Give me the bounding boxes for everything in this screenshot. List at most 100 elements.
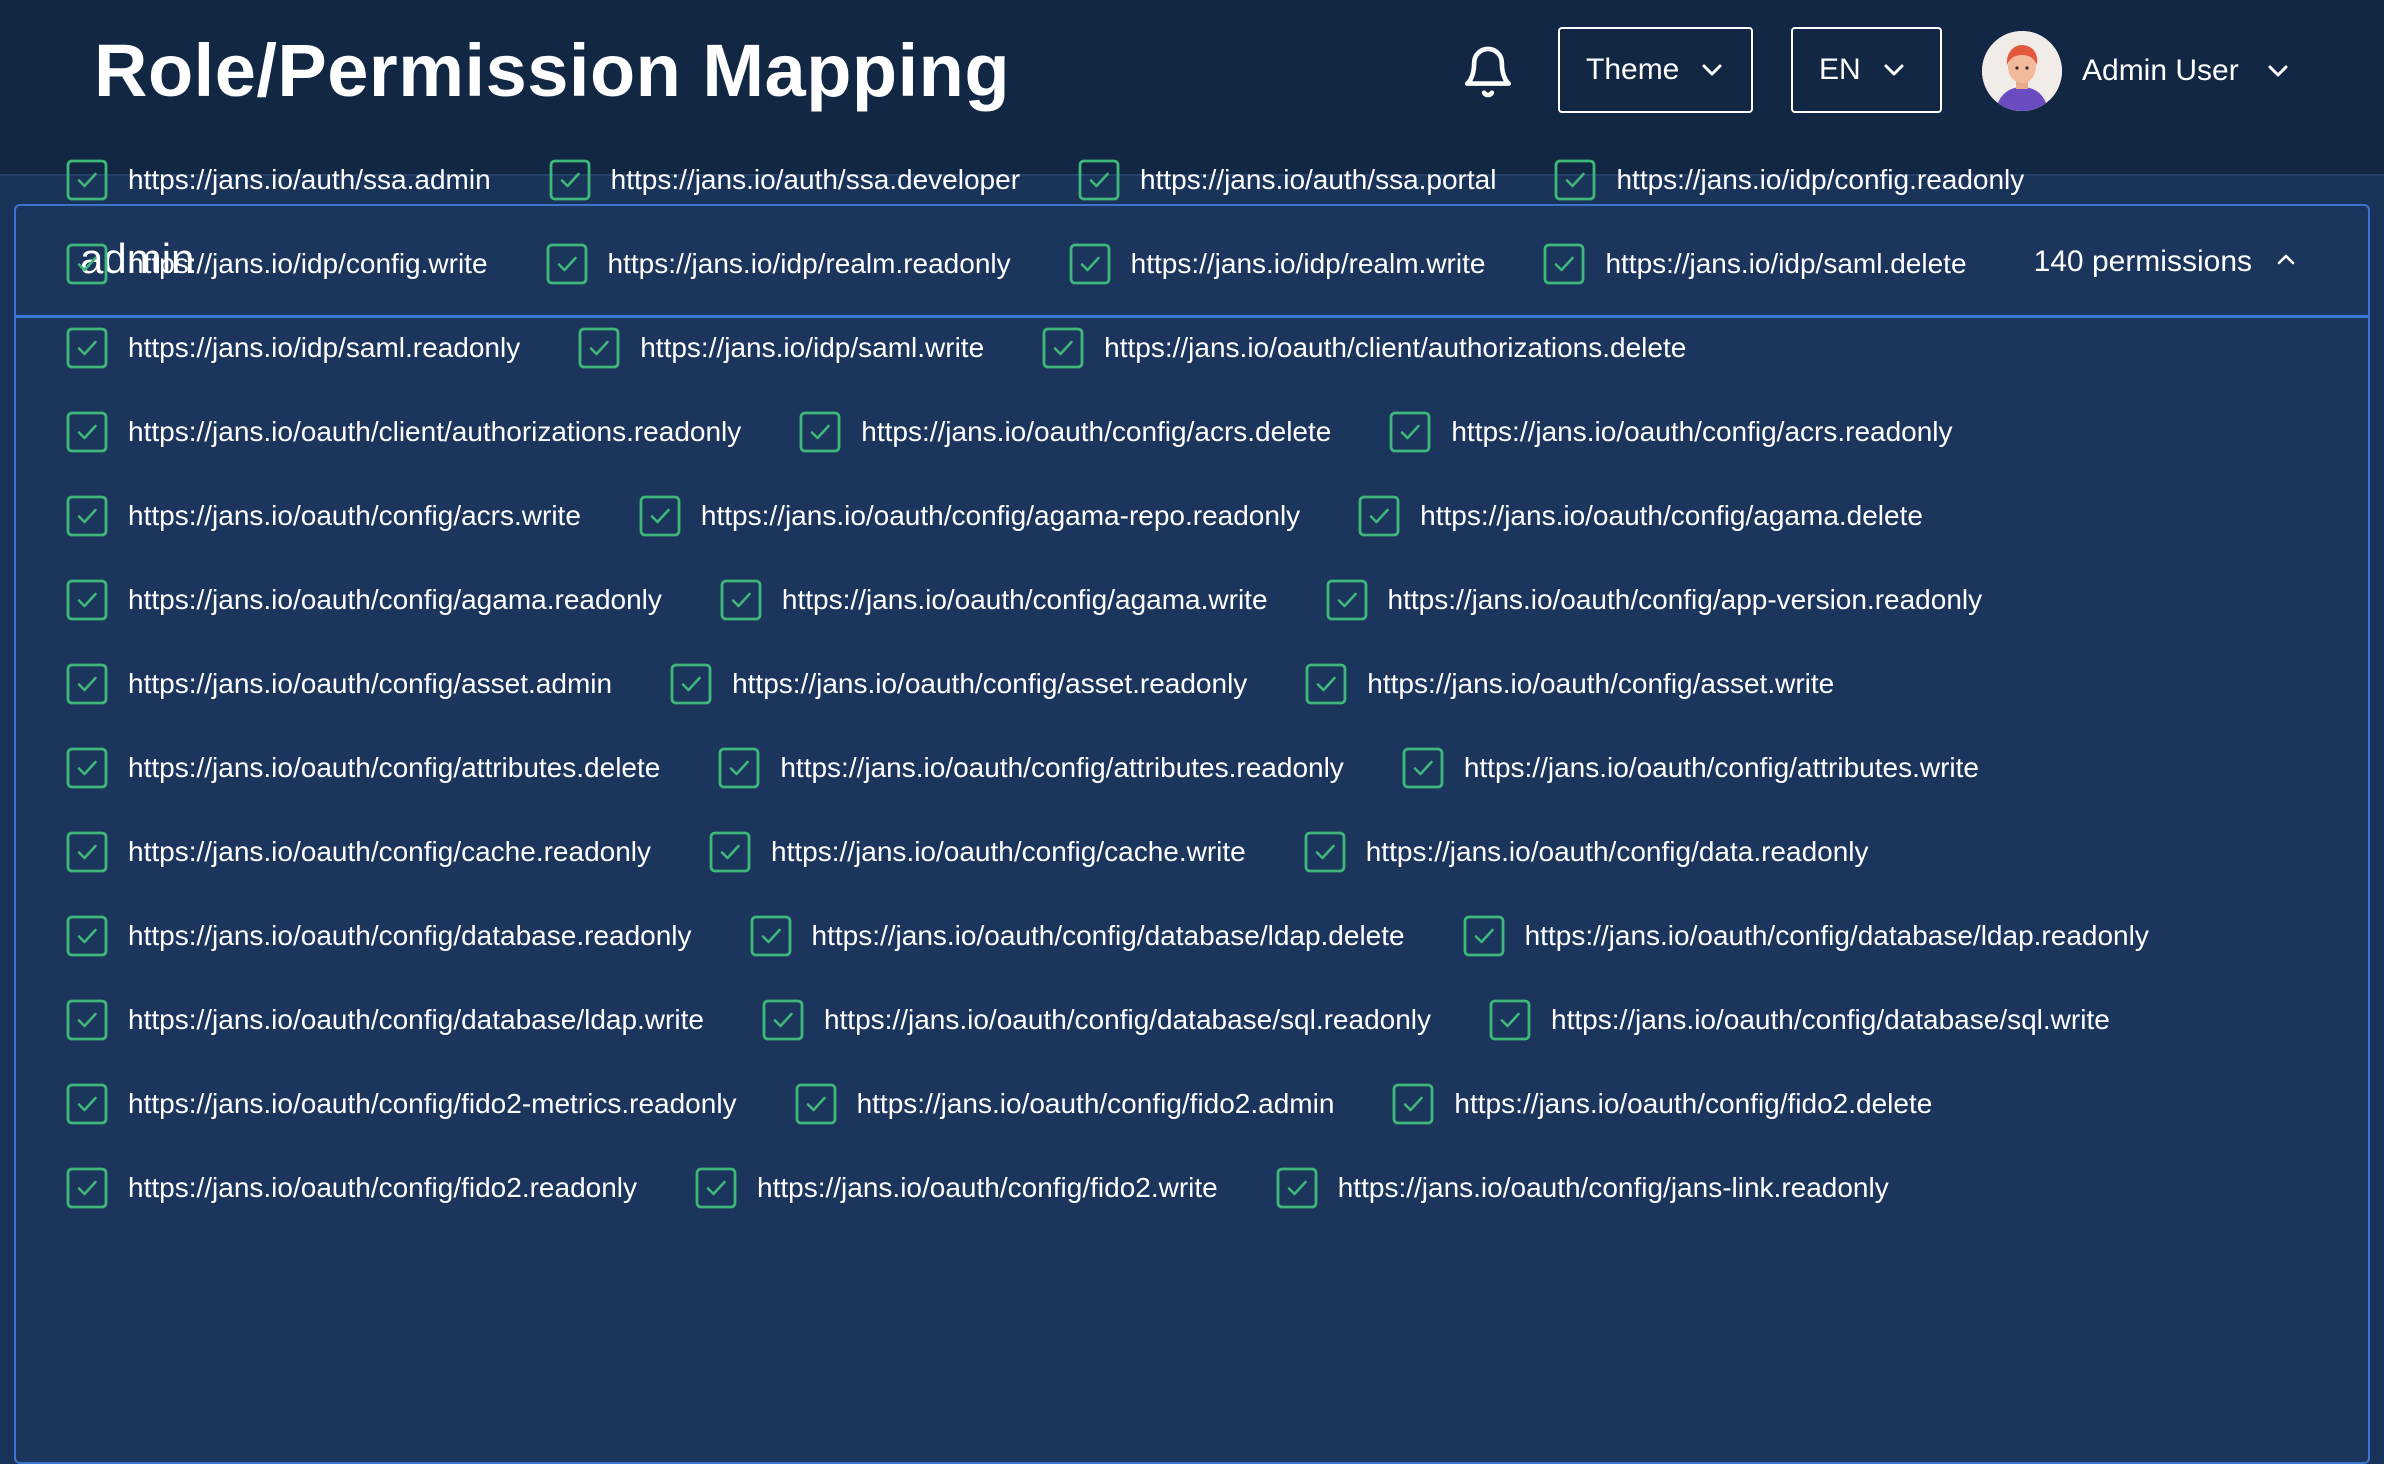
permission-label: https://jans.io/oauth/config/agama.delet…	[1420, 500, 1923, 531]
permission-item[interactable]: https://jans.io/idp/saml.readonly	[66, 326, 520, 370]
permission-item[interactable]: https://jans.io/oauth/config/attributes.…	[718, 746, 1344, 790]
checkbox-checked-icon[interactable]	[66, 999, 108, 1041]
permission-item[interactable]: https://jans.io/oauth/config/database/ld…	[1463, 914, 2149, 958]
checkbox-checked-icon[interactable]	[66, 915, 108, 957]
permission-item[interactable]: https://jans.io/auth/ssa.portal	[1078, 158, 1496, 202]
permission-item[interactable]: https://jans.io/oauth/config/acrs.write	[66, 494, 581, 538]
permission-item[interactable]: https://jans.io/oauth/config/cache.reado…	[66, 830, 651, 874]
permission-item[interactable]: https://jans.io/idp/config.readonly	[1554, 158, 2024, 202]
permission-item[interactable]: https://jans.io/oauth/config/database/sq…	[762, 998, 1431, 1042]
checkbox-checked-icon[interactable]	[1389, 411, 1431, 453]
permission-item[interactable]: https://jans.io/oauth/config/fido2.write	[695, 1166, 1218, 1210]
permission-item[interactable]: https://jans.io/idp/saml.delete	[1543, 242, 1967, 286]
checkbox-checked-icon[interactable]	[1402, 747, 1444, 789]
language-dropdown[interactable]: EN	[1791, 27, 1942, 113]
checkbox-checked-icon[interactable]	[66, 663, 108, 705]
permission-item[interactable]: https://jans.io/oauth/config/agama.delet…	[1358, 494, 1923, 538]
permission-item[interactable]: https://jans.io/oauth/config/cache.write	[709, 830, 1246, 874]
checkbox-checked-icon[interactable]	[750, 915, 792, 957]
permission-item[interactable]: https://jans.io/oauth/config/attributes.…	[66, 746, 660, 790]
checkbox-checked-icon[interactable]	[1554, 159, 1596, 201]
permission-item[interactable]: https://jans.io/oauth/config/database.re…	[66, 914, 692, 958]
chevron-down-icon	[1702, 64, 1722, 76]
permission-label: https://jans.io/oauth/config/acrs.write	[128, 500, 581, 531]
checkbox-checked-icon[interactable]	[695, 1167, 737, 1209]
permission-item[interactable]: https://jans.io/idp/realm.write	[1069, 242, 1485, 286]
permission-item[interactable]: https://jans.io/auth/ssa.admin	[66, 158, 491, 202]
permission-item[interactable]: https://jans.io/oauth/client/authorizati…	[1042, 326, 1686, 370]
checkbox-checked-icon[interactable]	[1326, 579, 1368, 621]
checkbox-checked-icon[interactable]	[1304, 831, 1346, 873]
checkbox-checked-icon[interactable]	[1358, 495, 1400, 537]
permission-label: https://jans.io/oauth/config/database.re…	[128, 920, 692, 951]
permission-item[interactable]: https://jans.io/oauth/config/agama.reado…	[66, 578, 662, 622]
checkbox-checked-icon[interactable]	[66, 1167, 108, 1209]
checkbox-checked-icon[interactable]	[1463, 915, 1505, 957]
checkbox-checked-icon[interactable]	[66, 327, 108, 369]
theme-dropdown[interactable]: Theme	[1558, 27, 1753, 113]
checkbox-checked-icon[interactable]	[718, 747, 760, 789]
permission-item[interactable]: https://jans.io/oauth/config/fido2.delet…	[1392, 1082, 1932, 1126]
checkbox-checked-icon[interactable]	[720, 579, 762, 621]
checkbox-checked-icon[interactable]	[66, 159, 108, 201]
checkbox-checked-icon[interactable]	[66, 831, 108, 873]
checkbox-checked-icon[interactable]	[66, 1083, 108, 1125]
permission-label: https://jans.io/idp/realm.readonly	[607, 248, 1011, 279]
permission-item[interactable]: https://jans.io/oauth/config/database/sq…	[1489, 998, 2110, 1042]
permission-label: https://jans.io/idp/saml.readonly	[128, 332, 521, 363]
permission-item[interactable]: https://jans.io/oauth/config/asset.reado…	[670, 662, 1247, 706]
permission-item[interactable]: https://jans.io/oauth/config/asset.write	[1305, 662, 1834, 706]
permission-item[interactable]: https://jans.io/oauth/client/authorizati…	[66, 410, 741, 454]
checkbox-checked-icon[interactable]	[66, 495, 108, 537]
checkbox-checked-icon[interactable]	[1276, 1167, 1318, 1209]
bell-icon[interactable]	[1460, 42, 1516, 102]
permission-item[interactable]: https://jans.io/auth/ssa.developer	[549, 158, 1020, 202]
checkbox-checked-icon[interactable]	[578, 327, 620, 369]
permission-item[interactable]: https://jans.io/oauth/config/asset.admin	[66, 662, 612, 706]
permission-item[interactable]: https://jans.io/oauth/config/agama-repo.…	[639, 494, 1300, 538]
permission-item[interactable]: https://jans.io/oauth/config/data.readon…	[1304, 830, 1869, 874]
permission-item[interactable]: https://jans.io/oauth/config/fido2.reado…	[66, 1166, 637, 1210]
permission-item[interactable]: https://jans.io/idp/realm.readonly	[546, 242, 1011, 286]
checkbox-checked-icon[interactable]	[1543, 243, 1585, 285]
permission-label: https://jans.io/auth/ssa.admin	[128, 164, 491, 195]
checkbox-checked-icon[interactable]	[1069, 243, 1111, 285]
permission-item[interactable]: https://jans.io/oauth/config/acrs.readon…	[1389, 410, 1953, 454]
checkbox-checked-icon[interactable]	[639, 495, 681, 537]
checkbox-checked-icon[interactable]	[795, 1083, 837, 1125]
permission-item[interactable]: https://jans.io/oauth/config/fido2.admin	[795, 1082, 1334, 1126]
checkbox-checked-icon[interactable]	[66, 411, 108, 453]
user-menu[interactable]: Admin User	[1982, 30, 2289, 112]
checkbox-checked-icon[interactable]	[1392, 1083, 1434, 1125]
checkbox-checked-icon[interactable]	[66, 747, 108, 789]
checkbox-checked-icon[interactable]	[670, 663, 712, 705]
checkbox-checked-icon[interactable]	[546, 243, 588, 285]
checkbox-checked-icon[interactable]	[1042, 327, 1084, 369]
permission-row: https://jans.io/idp/saml.readonly https:/…	[66, 326, 2326, 410]
permission-item[interactable]: https://jans.io/oauth/config/fido2-metri…	[66, 1082, 737, 1126]
permission-item[interactable]: https://jans.io/oauth/config/agama.write	[720, 578, 1268, 622]
checkbox-checked-icon[interactable]	[66, 243, 108, 285]
checkbox-checked-icon[interactable]	[762, 999, 804, 1041]
permission-item[interactable]: https://jans.io/oauth/config/acrs.delete	[799, 410, 1331, 454]
checkbox-checked-icon[interactable]	[1305, 663, 1347, 705]
permission-item[interactable]: https://jans.io/idp/config.write	[66, 242, 488, 286]
permission-label: https://jans.io/idp/saml.delete	[1605, 248, 1967, 279]
checkbox-checked-icon[interactable]	[549, 159, 591, 201]
permission-item[interactable]: https://jans.io/oauth/config/database/ld…	[750, 914, 1405, 958]
permission-item[interactable]: https://jans.io/oauth/config/jans-link.r…	[1276, 1166, 1889, 1210]
permission-label: https://jans.io/oauth/config/database/ld…	[811, 920, 1405, 951]
permission-item[interactable]: https://jans.io/idp/saml.write	[578, 326, 984, 370]
checkbox-checked-icon[interactable]	[66, 579, 108, 621]
checkbox-checked-icon[interactable]	[709, 831, 751, 873]
permission-item[interactable]: https://jans.io/oauth/config/app-version…	[1326, 578, 1982, 622]
checkbox-checked-icon[interactable]	[799, 411, 841, 453]
permission-item[interactable]: https://jans.io/oauth/config/attributes.…	[1402, 746, 1979, 790]
checkbox-checked-icon[interactable]	[1489, 999, 1531, 1041]
permission-label: https://jans.io/oauth/config/agama.reado…	[128, 584, 662, 615]
permission-label: https://jans.io/oauth/config/jans-link.r…	[1337, 1172, 1889, 1203]
permission-item[interactable]: https://jans.io/oauth/config/database/ld…	[66, 998, 704, 1042]
permission-label: https://jans.io/oauth/config/database/sq…	[823, 1004, 1432, 1035]
checkbox-checked-icon[interactable]	[1078, 159, 1120, 201]
permission-label: https://jans.io/oauth/config/acrs.readon…	[1451, 416, 1953, 447]
